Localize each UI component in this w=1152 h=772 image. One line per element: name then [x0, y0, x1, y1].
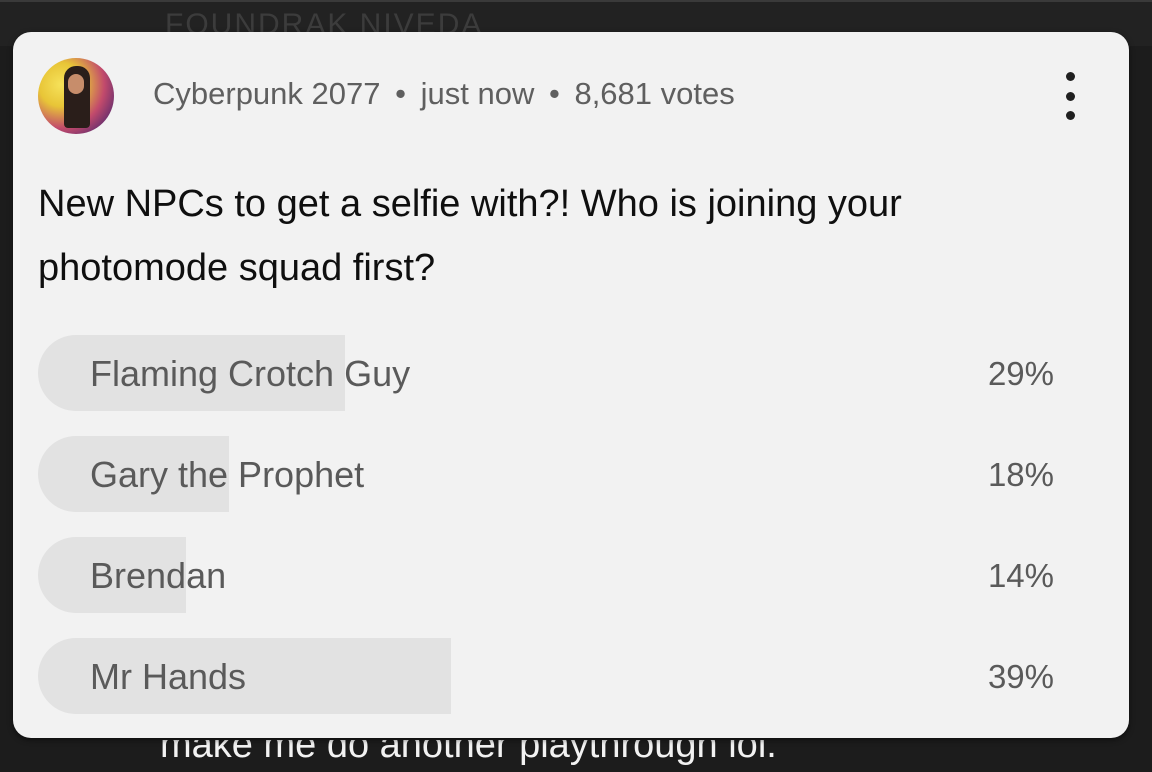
poll-option-label: Flaming Crotch Guy [90, 353, 411, 394]
poll-option[interactable]: Gary the Prophet 18% [38, 436, 1082, 512]
poll-option-percent: 14% [987, 557, 1054, 594]
post-meta: Cyberpunk 2077 • just now • 8,681 votes [153, 76, 735, 112]
channel-name[interactable]: Cyberpunk 2077 [153, 76, 381, 111]
page: FOUNDRAK NIVEDA make me do another playt… [0, 0, 1152, 772]
poll-option[interactable]: Flaming Crotch Guy 29% [38, 335, 1082, 411]
poll-option-percent: 39% [987, 658, 1054, 695]
more-vert-icon[interactable] [1056, 66, 1084, 126]
avatar-face [68, 74, 84, 94]
poll-option-label: Brendan [90, 555, 227, 596]
menu-dot [1065, 72, 1075, 81]
channel-avatar[interactable] [38, 58, 114, 134]
post-time: just now [420, 76, 535, 111]
meta-separator: • [395, 76, 406, 111]
poll-card: Cyberpunk 2077 • just now • 8,681 votes … [13, 32, 1129, 738]
poll-option-percent: 18% [987, 456, 1054, 493]
poll-question: New NPCs to get a selfie with?! Who is j… [38, 183, 902, 289]
poll-option[interactable]: Mr Hands 39% [38, 638, 1082, 714]
poll-option-label: Gary the Prophet [90, 454, 365, 495]
poll-option[interactable]: Brendan 14% [38, 537, 1082, 613]
meta-separator: • [548, 76, 560, 111]
menu-dot [1065, 111, 1075, 120]
vote-count: 8,681 votes [574, 76, 735, 111]
post-header: Cyberpunk 2077 • just now • 8,681 votes [38, 58, 1098, 134]
menu-dot [1065, 91, 1075, 101]
poll-options: Flaming Crotch Guy 29% Gary the Prophet … [38, 335, 1082, 739]
poll-option-label: Mr Hands [90, 656, 247, 697]
poll-option-percent: 29% [987, 355, 1054, 392]
